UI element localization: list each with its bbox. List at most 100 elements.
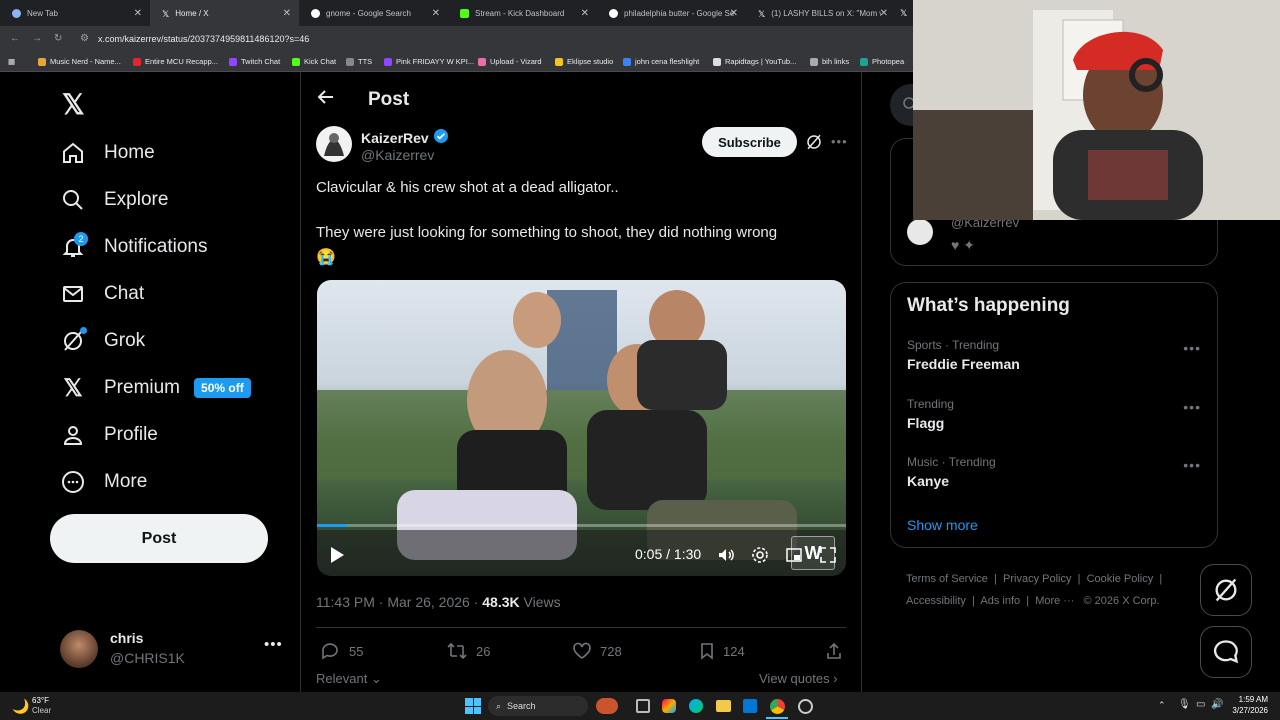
close-icon[interactable]: ✕: [432, 8, 440, 19]
bookmark-item[interactable]: TTS: [346, 57, 372, 66]
browser-tab[interactable]: Stream - Kick Dashboard ✕: [448, 0, 597, 26]
nav-home[interactable]: Home: [60, 135, 155, 171]
nav-profile[interactable]: Profile: [60, 417, 158, 453]
trend-item[interactable]: Music · Trending Kanye: [907, 455, 1207, 489]
more-dots-icon[interactable]: •••: [264, 636, 283, 653]
bookmark-item[interactable]: Upload - Vizard: [478, 57, 542, 66]
show-more-link[interactable]: Show more: [907, 517, 978, 533]
post-column: Post KaizerRev @Kaizerrev Subscribe ••• …: [300, 72, 862, 692]
author-handle[interactable]: @Kaizerrev: [361, 147, 434, 163]
video-progress-track[interactable]: [317, 524, 846, 527]
volume-icon[interactable]: 🔊: [1211, 699, 1223, 710]
taskbar-search[interactable]: ⌕ Search: [488, 696, 588, 716]
like-button[interactable]: 728: [572, 642, 622, 660]
author-name-row[interactable]: KaizerRev: [361, 128, 449, 147]
more-dots-icon[interactable]: •••: [1183, 457, 1201, 473]
bookmark-item[interactable]: bih links: [810, 57, 849, 66]
reply-button[interactable]: 55: [321, 642, 363, 660]
microphone-icon[interactable]: 🎙: [1178, 699, 1191, 710]
share-button[interactable]: [825, 642, 851, 660]
subscribe-button[interactable]: Subscribe: [702, 127, 797, 157]
bookmark-item[interactable]: Rapidtags | YouTub...: [713, 57, 796, 66]
grok-fab-button[interactable]: [1200, 564, 1252, 616]
network-icon[interactable]: ▭: [1196, 699, 1205, 710]
clock-date[interactable]: 3/27/2026: [1228, 706, 1268, 715]
bookmark-item[interactable]: Pink FRIDAYY W KPI...: [384, 57, 474, 66]
bookmark-item[interactable]: Photopea: [860, 57, 904, 66]
forward-icon[interactable]: →: [32, 33, 42, 44]
footer-link[interactable]: Ads info: [980, 595, 1020, 607]
file-explorer-icon[interactable]: [716, 700, 731, 712]
browser-tab[interactable]: 𝕏 Home / X ✕: [150, 0, 299, 26]
repost-button[interactable]: 26: [446, 642, 490, 660]
close-icon[interactable]: ✕: [134, 8, 142, 19]
footer-link[interactable]: Privacy Policy: [1003, 573, 1071, 585]
video-player[interactable]: 0:05 / 1:30 W: [317, 280, 846, 576]
windows-start-icon[interactable]: [465, 698, 481, 714]
bookmark-label: Kick Chat: [304, 57, 337, 66]
reply-sort-dropdown[interactable]: Relevant ⌄: [316, 671, 382, 687]
store-icon[interactable]: [743, 699, 757, 713]
nav-more[interactable]: More: [60, 464, 147, 500]
browser-tab-partial[interactable]: 𝕏: [896, 0, 913, 26]
clock-time[interactable]: 1:59 AM: [1228, 695, 1268, 704]
footer-link[interactable]: More ···: [1035, 595, 1074, 607]
footer-link[interactable]: Terms of Service: [906, 573, 988, 585]
back-icon[interactable]: ←: [10, 33, 20, 44]
chrome-icon[interactable]: [770, 699, 785, 714]
more-dots-icon[interactable]: •••: [1183, 399, 1201, 415]
nav-chat[interactable]: Chat: [60, 276, 144, 312]
bookmark-item[interactable]: Kick Chat: [292, 57, 336, 66]
nav-explore[interactable]: Explore: [60, 182, 168, 218]
x-logo-icon[interactable]: 𝕏: [62, 88, 85, 121]
footer-link[interactable]: Accessibility: [906, 595, 966, 607]
browser-tab[interactable]: 𝕏 (1) LASHY BILLS on X: "Mom w ✕: [746, 0, 896, 26]
url-field[interactable]: x.com/kaizerrev/status/20373749598114861…: [98, 34, 309, 44]
account-switcher[interactable]: chris @CHRIS1K •••: [60, 630, 290, 670]
task-view-icon[interactable]: [636, 699, 650, 713]
trend-item[interactable]: Trending Flagg: [907, 397, 1207, 431]
avatar: [60, 630, 98, 668]
post-button[interactable]: Post: [50, 514, 268, 563]
copilot-icon[interactable]: [662, 699, 676, 713]
apps-icon[interactable]: ▦: [8, 57, 15, 66]
nav-grok[interactable]: Grok: [60, 323, 145, 359]
edge-icon[interactable]: [689, 699, 703, 713]
post-timestamp[interactable]: 11:43 PM · Mar 26, 2026 ·: [316, 594, 482, 610]
widgets-icon[interactable]: [596, 698, 618, 714]
bookmark-button[interactable]: 124: [699, 642, 745, 660]
author-avatar[interactable]: [907, 219, 933, 245]
trend-item[interactable]: Sports · Trending Freddie Freeman: [907, 338, 1207, 372]
messages-fab-button[interactable]: [1200, 626, 1252, 678]
bookmark-item[interactable]: Music Nerd - Name...: [38, 57, 121, 66]
bookmark-item[interactable]: Eklipse studio: [555, 57, 613, 66]
close-icon[interactable]: ✕: [730, 8, 738, 19]
settings-gear-icon[interactable]: [751, 546, 769, 569]
browser-tab[interactable]: gnome - Google Search ✕: [299, 0, 448, 26]
volume-icon[interactable]: [717, 546, 735, 569]
view-quotes-link[interactable]: View quotes ›: [759, 671, 838, 686]
bookmark-item[interactable]: Twitch Chat: [229, 57, 280, 66]
close-icon[interactable]: ✕: [581, 8, 589, 19]
more-dots-icon[interactable]: •••: [831, 134, 848, 149]
fullscreen-icon[interactable]: [819, 546, 837, 569]
nav-premium[interactable]: 𝕏 Premium 50% off: [60, 370, 251, 406]
play-icon[interactable]: [329, 546, 345, 569]
nav-notifications[interactable]: 2 Notifications: [60, 229, 208, 265]
reload-icon[interactable]: ↻: [54, 33, 62, 44]
back-arrow-icon[interactable]: [317, 88, 335, 111]
browser-tab[interactable]: philadelphia butter - Google Se ✕: [597, 0, 746, 26]
grok-icon[interactable]: [805, 133, 823, 156]
bookmark-item[interactable]: john cena fleshlight: [623, 57, 699, 66]
browser-tab[interactable]: New Tab ✕: [0, 0, 150, 26]
author-avatar[interactable]: [316, 126, 352, 162]
weather-icon[interactable]: 🌙: [12, 698, 29, 715]
footer-link[interactable]: Cookie Policy: [1087, 573, 1154, 585]
obs-icon[interactable]: [798, 699, 813, 714]
close-icon[interactable]: ✕: [283, 8, 291, 19]
site-settings-icon[interactable]: ⚙: [80, 33, 89, 44]
chevron-up-icon[interactable]: ⌃: [1158, 700, 1166, 711]
close-icon[interactable]: ✕: [880, 8, 888, 19]
bookmark-item[interactable]: Entire MCU Recapp...: [133, 57, 218, 66]
more-dots-icon[interactable]: •••: [1183, 340, 1201, 356]
